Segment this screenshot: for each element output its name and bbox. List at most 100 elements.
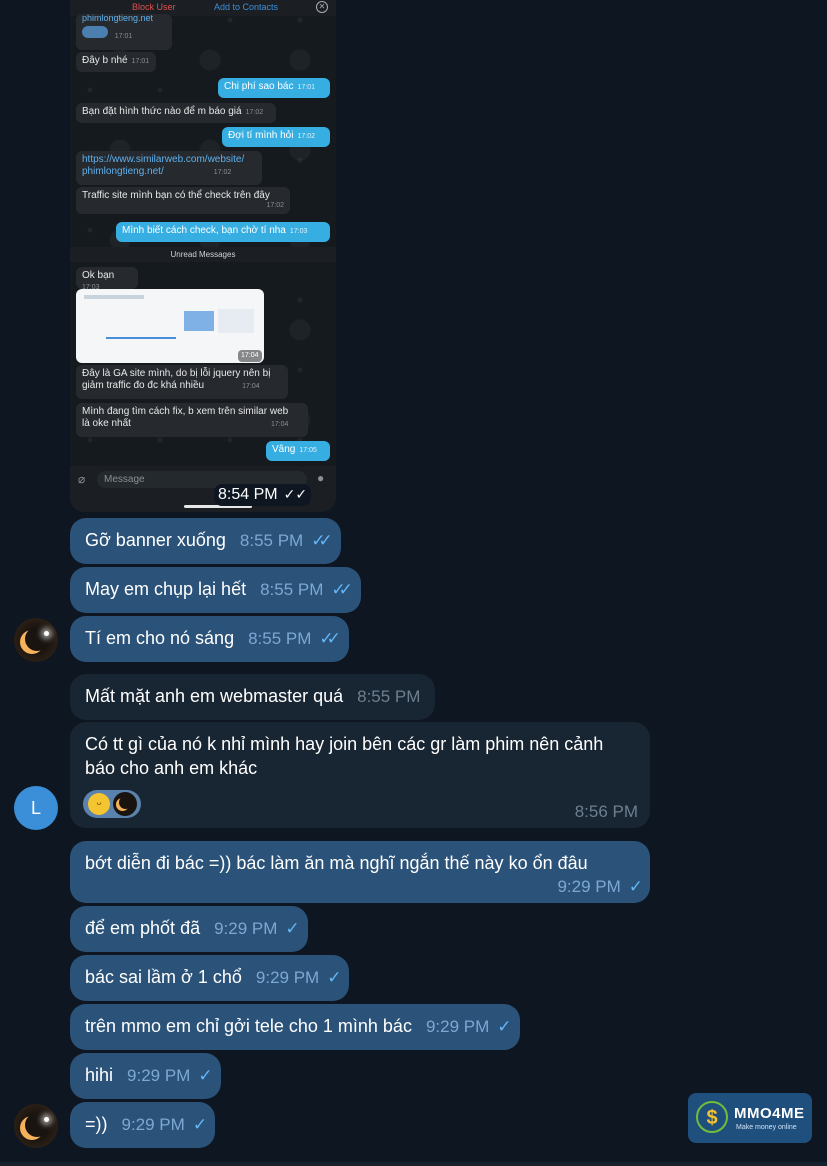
- message-bubble[interactable]: Có tt gì của nó k nhỉ mình hay join bên …: [70, 722, 650, 828]
- message-text: báo cho anh em khác: [85, 758, 258, 778]
- shot-msg-time: 17:04: [242, 383, 260, 390]
- embedded-screenshot[interactable]: Block User Add to Contacts ✕ phimlongtie…: [70, 0, 336, 512]
- check-icon: ✓: [198, 1066, 213, 1085]
- shot-msg-time: 17:03: [289, 228, 308, 235]
- shot-msg: Đây b nhé 17:01: [76, 52, 156, 72]
- message-text: =)): [85, 1114, 108, 1134]
- shot-msg-text: Mình đang tìm cách fix, b xem trên simil…: [82, 406, 289, 417]
- shot-msg-text: Mình biết cách check, bạn chờ tí nha: [122, 225, 286, 236]
- message-bubble[interactable]: hihi 9:29 PM ✓: [70, 1053, 221, 1099]
- shot-msg-time: 17:01: [297, 84, 316, 91]
- watermark-name: MMO4ME: [734, 1105, 805, 1122]
- message-time: 8:56 PM: [574, 802, 638, 821]
- double-check-icon: ✓✓: [319, 629, 340, 648]
- message-bubble[interactable]: Gỡ banner xuống 8:55 PM ✓✓: [70, 518, 341, 564]
- watermark-tagline: Make money online: [736, 1124, 797, 1131]
- bottom-divider: [0, 1162, 827, 1166]
- shot-msg-time: 17:05: [299, 447, 317, 454]
- shot-msg: Traffic site mình bạn có thể check trên …: [76, 187, 290, 214]
- shot-msg-text: Vâng: [272, 444, 296, 455]
- double-check-icon: ✓✓: [311, 531, 332, 550]
- shot-msg-text: Chi phí sao bác: [224, 81, 294, 92]
- message-bubble[interactable]: Tí em cho nó sáng 8:55 PM ✓✓: [70, 616, 349, 662]
- block-user-link: Block User: [132, 2, 176, 12]
- shot-msg-text: Ok bạn: [82, 270, 115, 281]
- shot-msg-time: 17:01: [131, 58, 150, 65]
- grinning-face-icon: ᵕ: [88, 793, 110, 815]
- unread-divider: Unread Messages: [70, 247, 336, 262]
- shot-msg-text: là oke nhất: [82, 418, 131, 429]
- microphone-icon: ●: [317, 471, 325, 485]
- image-message-time: 8:54 PM ✓✓: [214, 484, 312, 506]
- message-text: Tí em cho nó sáng: [85, 628, 235, 648]
- shot-msg-time: 17:04: [270, 421, 289, 428]
- shot-msg: Chi phí sao bác 17:01: [218, 78, 330, 98]
- shot-msg-link: https://www.similarweb.com/website/ phim…: [76, 151, 262, 185]
- message-text: Có tt gì của nó k nhỉ mình hay join bên …: [85, 734, 604, 754]
- shot-msg: Bạn đặt hình thức nào để m báo giá 17:02: [76, 103, 276, 123]
- shot-msg-text: Đây là GA site mình, do bị lỗi jquery nê…: [82, 368, 271, 379]
- message-time: 9:29 PM: [255, 968, 320, 987]
- shot-time: 17:01: [114, 33, 133, 40]
- message-text: để em phốt đã: [85, 918, 201, 938]
- shot-link-line: https://www.similarweb.com/website/: [82, 154, 245, 165]
- message-bubble[interactable]: May em chụp lại hết 8:55 PM ✓✓: [70, 567, 361, 613]
- message-time: 8:55 PM: [357, 687, 421, 706]
- dollar-coin-icon: $: [696, 1101, 728, 1133]
- close-icon: ✕: [316, 1, 328, 13]
- shot-msg-time: 17:02: [266, 202, 284, 209]
- user-avatar-l[interactable]: L: [14, 786, 58, 830]
- double-check-icon: ✓✓: [331, 580, 352, 599]
- shot-msg-time: 17:02: [245, 109, 264, 116]
- shot-msg: Đợi tí mình hỏi 17:02: [222, 127, 330, 147]
- shot-link-line: phimlongtieng.net/: [82, 166, 164, 177]
- shot-msg: Ok bạn 17:03: [76, 267, 138, 291]
- message-text: trên mmo em chỉ gởi tele cho 1 mình bác: [85, 1016, 412, 1036]
- shot-msg: Đây là GA site mình, do bị lỗi jquery nê…: [76, 365, 288, 399]
- shot-msg: Mình đang tìm cách fix, b xem trên simil…: [76, 403, 308, 437]
- shot-msg: Vâng 17:05: [266, 441, 330, 461]
- check-icon: ✓: [285, 919, 300, 938]
- shot-msg-text: Đợi tí mình hỏi: [228, 130, 294, 141]
- message-bubble[interactable]: trên mmo em chỉ gởi tele cho 1 mình bác 9…: [70, 1004, 520, 1050]
- shot-msg-text: Traffic site mình bạn có thể check trên …: [82, 190, 270, 201]
- message-time: 8:55 PM: [239, 531, 304, 550]
- message-time: 9:29 PM: [127, 1066, 191, 1085]
- message-text: Mất mặt anh em webmaster quá: [85, 686, 344, 706]
- message-bubble[interactable]: Mất mặt anh em webmaster quá 8:55 PM: [70, 674, 436, 720]
- shot-msg-time: 17:04: [238, 350, 262, 362]
- message-text: hihi: [85, 1065, 114, 1085]
- time-text: 8:54 PM: [218, 486, 278, 503]
- message-text: bớt diễn đi bác =)) bác làm ăn mà nghĩ n…: [85, 853, 588, 873]
- message-bubble[interactable]: =)) 9:29 PM ✓: [70, 1102, 216, 1148]
- shot-site-link-bubble: phimlongtieng.net 17:01: [76, 13, 172, 50]
- reaction-badge[interactable]: ᵕ: [83, 790, 141, 818]
- check-icon: ✓: [192, 1115, 208, 1134]
- message-time: 9:29 PM: [557, 877, 621, 896]
- check-icon: ✓: [327, 968, 342, 987]
- shot-site-link: phimlongtieng.net: [82, 13, 154, 23]
- double-check-icon: ✓✓: [283, 486, 308, 502]
- message-time: 9:29 PM: [214, 919, 278, 938]
- reactor-avatar: [113, 792, 137, 816]
- message-bubble[interactable]: bớt diễn đi bác =)) bác làm ăn mà nghĩ n…: [70, 841, 650, 903]
- paperclip-icon: ⌀: [78, 472, 86, 486]
- mmo4me-watermark: $ MMO4ME Make money online: [688, 1093, 812, 1143]
- shot-msg-time: 17:02: [213, 169, 232, 176]
- message-text: May em chụp lại hết: [85, 579, 247, 599]
- message-time: 8:55 PM: [248, 629, 312, 648]
- message-time: 8:55 PM: [260, 580, 324, 599]
- message-bubble[interactable]: bác sai lầm ở 1 chổ 9:29 PM ✓: [70, 955, 350, 1001]
- check-icon: ✓: [628, 877, 644, 896]
- shot-msg-text: Bạn đặt hình thức nào để m báo giá: [82, 106, 242, 117]
- shot-reaction: [82, 26, 108, 38]
- message-text: bác sai lầm ở 1 chổ: [85, 967, 242, 987]
- message-bubble[interactable]: để em phốt đã 9:29 PM ✓: [70, 906, 308, 952]
- user-avatar[interactable]: [14, 618, 58, 662]
- shot-image-message: 17:04: [76, 289, 264, 363]
- shot-msg-text: Đây b nhé: [82, 55, 128, 66]
- message-time: 9:29 PM: [425, 1017, 490, 1036]
- message-time: 9:29 PM: [121, 1115, 185, 1134]
- user-avatar[interactable]: [14, 1104, 58, 1148]
- shot-msg-text: giảm traffic đo đc khá nhiều: [82, 380, 205, 391]
